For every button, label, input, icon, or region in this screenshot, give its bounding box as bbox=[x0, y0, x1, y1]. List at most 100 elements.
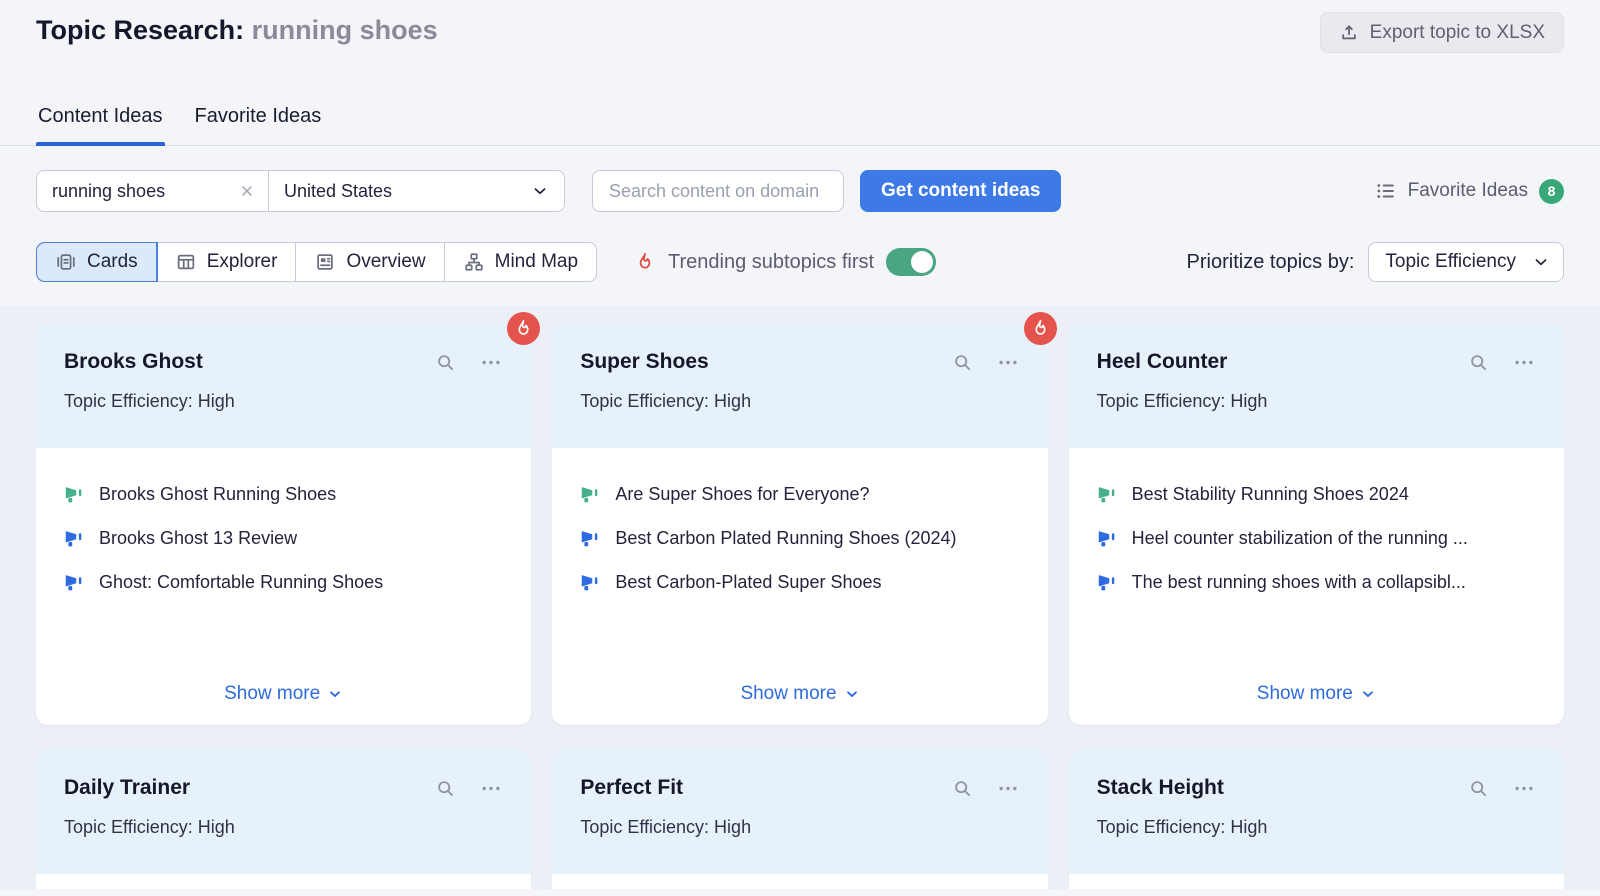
content-idea-item[interactable]: Heel counter stabilization of the runnin… bbox=[1097, 528, 1536, 549]
card-body bbox=[552, 874, 1047, 889]
show-more-link[interactable]: Show more bbox=[1257, 683, 1376, 705]
ellipsis-icon[interactable] bbox=[996, 778, 1020, 799]
topic-card: Stack Height Topic Efficiency: High bbox=[1068, 749, 1564, 889]
prioritize-select[interactable]: Topic Efficiency bbox=[1368, 242, 1564, 282]
content-idea-item[interactable]: Best Stability Running Shoes 2024 bbox=[1097, 484, 1536, 505]
cards-grid: Brooks Ghost Topic Efficiency: High Broo… bbox=[36, 312, 1564, 889]
upload-icon bbox=[1339, 23, 1359, 43]
megaphone-icon bbox=[65, 487, 82, 503]
topic-card: Brooks Ghost Topic Efficiency: High Broo… bbox=[36, 312, 541, 725]
ellipsis-icon[interactable] bbox=[479, 778, 503, 799]
view-switcher: Cards Explorer Overview Mind Map bbox=[36, 242, 598, 282]
content-idea-text: Ghost: Comfortable Running Shoes bbox=[99, 572, 384, 592]
page-title-query: running shoes bbox=[251, 15, 438, 45]
show-more-label: Show more bbox=[1256, 683, 1353, 704]
topic-card: Heel Counter Topic Efficiency: High Best… bbox=[1068, 323, 1564, 725]
view-overview-label: Overview bbox=[346, 251, 426, 272]
card-actions bbox=[1468, 778, 1536, 799]
page-title: Topic Research: running shoes bbox=[36, 12, 438, 48]
card-title: Daily Trainer bbox=[64, 776, 191, 799]
content-idea-item[interactable]: The best running shoes with a collapsibl… bbox=[1097, 572, 1536, 593]
card-body bbox=[36, 874, 531, 889]
card-title: Brooks Ghost bbox=[64, 350, 203, 373]
favorite-ideas-link[interactable]: Favorite Ideas 8 bbox=[1375, 178, 1564, 204]
content-idea-text: Are Super Shoes for Everyone? bbox=[615, 484, 870, 504]
topic-query-input[interactable] bbox=[50, 179, 231, 203]
idea-list: Are Super Shoes for Everyone? Best Carbon… bbox=[580, 484, 1019, 593]
content-idea-item[interactable]: Best Carbon Plated Running Shoes (2024) bbox=[580, 528, 1019, 549]
topic-efficiency-label: Topic Efficiency: High bbox=[64, 817, 235, 837]
idea-list: Brooks Ghost Running Shoes Brooks Ghost 1… bbox=[64, 484, 503, 593]
ellipsis-icon[interactable] bbox=[479, 352, 503, 373]
prioritize-control: Prioritize topics by: Topic Efficiency bbox=[1187, 242, 1564, 282]
topic-card: Daily Trainer Topic Efficiency: High bbox=[36, 749, 532, 889]
view-explorer-button[interactable]: Explorer bbox=[157, 243, 297, 281]
topic-search-combo: United States bbox=[36, 170, 565, 212]
content-idea-text: The best running shoes with a collapsibl… bbox=[1131, 572, 1466, 592]
view-overview-button[interactable]: Overview bbox=[296, 243, 445, 281]
chevron-down-icon bbox=[1532, 253, 1550, 271]
get-content-ideas-button[interactable]: Get content ideas bbox=[860, 170, 1062, 212]
card-actions bbox=[1468, 352, 1536, 373]
card-title: Perfect Fit bbox=[580, 776, 684, 799]
controls-row: Cards Explorer Overview Mind Map Trendin… bbox=[36, 242, 1564, 282]
card-header: Brooks Ghost Topic Efficiency: High bbox=[36, 323, 532, 448]
domain-search-input[interactable] bbox=[592, 170, 844, 212]
search-icon[interactable] bbox=[435, 352, 456, 373]
mindmap-icon bbox=[463, 251, 485, 273]
tab-favorite-ideas[interactable]: Favorite Ideas bbox=[193, 105, 324, 145]
favorites-count-badge: 8 bbox=[1539, 178, 1564, 204]
ellipsis-icon[interactable] bbox=[1512, 778, 1536, 799]
list-icon bbox=[1375, 180, 1397, 202]
megaphone-icon bbox=[582, 575, 598, 591]
search-icon[interactable] bbox=[435, 778, 456, 799]
chevron-down-icon bbox=[531, 182, 549, 200]
table-icon bbox=[175, 251, 197, 273]
page-title-prefix: Topic Research: bbox=[36, 15, 245, 45]
search-row: United States Get content ideas Favorite… bbox=[36, 170, 1564, 212]
tab-content-ideas[interactable]: Content Ideas bbox=[36, 105, 165, 146]
content-idea-text: Brooks Ghost 13 Review bbox=[99, 528, 298, 548]
card-title: Super Shoes bbox=[580, 350, 709, 373]
trending-control: Trending subtopics first bbox=[634, 248, 937, 276]
chevron-down-icon bbox=[330, 691, 341, 697]
top-section: Topic Research: running shoes Export top… bbox=[0, 0, 1600, 282]
view-cards-label: Cards bbox=[87, 251, 138, 272]
ellipsis-icon[interactable] bbox=[1512, 352, 1536, 373]
clear-query-icon[interactable] bbox=[239, 183, 255, 199]
content-idea-item[interactable]: Best Carbon-Plated Super Shoes bbox=[580, 572, 1019, 593]
prioritize-label: Prioritize topics by: bbox=[1186, 250, 1355, 273]
card-header: Heel Counter Topic Efficiency: High bbox=[1068, 323, 1564, 448]
trending-badge bbox=[1023, 312, 1057, 345]
report-icon bbox=[314, 251, 336, 273]
tabs: Content Ideas Favorite Ideas bbox=[0, 105, 1600, 146]
content-idea-item[interactable]: Are Super Shoes for Everyone? bbox=[580, 484, 1019, 505]
content-idea-item[interactable]: Ghost: Comfortable Running Shoes bbox=[64, 572, 503, 593]
trending-toggle[interactable] bbox=[886, 248, 937, 276]
show-more-label: Show more bbox=[224, 683, 321, 704]
search-icon[interactable] bbox=[1468, 778, 1489, 799]
topic-efficiency-label: Topic Efficiency: High bbox=[580, 391, 752, 411]
content-idea-item[interactable]: Brooks Ghost 13 Review bbox=[64, 528, 503, 549]
megaphone-icon bbox=[1098, 531, 1114, 547]
fire-icon bbox=[634, 251, 656, 273]
view-mindmap-button[interactable]: Mind Map bbox=[445, 243, 596, 281]
country-select[interactable]: United States bbox=[269, 171, 564, 211]
show-more-link[interactable]: Show more bbox=[224, 683, 343, 705]
show-more-link[interactable]: Show more bbox=[740, 683, 859, 705]
content-idea-item[interactable]: Brooks Ghost Running Shoes bbox=[64, 484, 503, 505]
search-icon[interactable] bbox=[952, 778, 973, 799]
search-icon[interactable] bbox=[1468, 352, 1489, 373]
toggle-knob bbox=[911, 251, 934, 273]
export-button[interactable]: Export topic to XLSX bbox=[1319, 12, 1564, 53]
show-more-label: Show more bbox=[740, 683, 837, 704]
ellipsis-icon[interactable] bbox=[996, 352, 1020, 373]
view-cards-button[interactable]: Cards bbox=[37, 243, 157, 281]
header: Topic Research: running shoes Export top… bbox=[36, 0, 1564, 53]
card-body: Brooks Ghost Running Shoes Brooks Ghost 1… bbox=[36, 448, 531, 725]
megaphone-icon bbox=[65, 531, 82, 547]
view-explorer-label: Explorer bbox=[206, 251, 278, 272]
search-icon[interactable] bbox=[952, 352, 973, 373]
view-mindmap-label: Mind Map bbox=[494, 251, 579, 272]
topic-efficiency-label: Topic Efficiency: High bbox=[1096, 391, 1268, 411]
